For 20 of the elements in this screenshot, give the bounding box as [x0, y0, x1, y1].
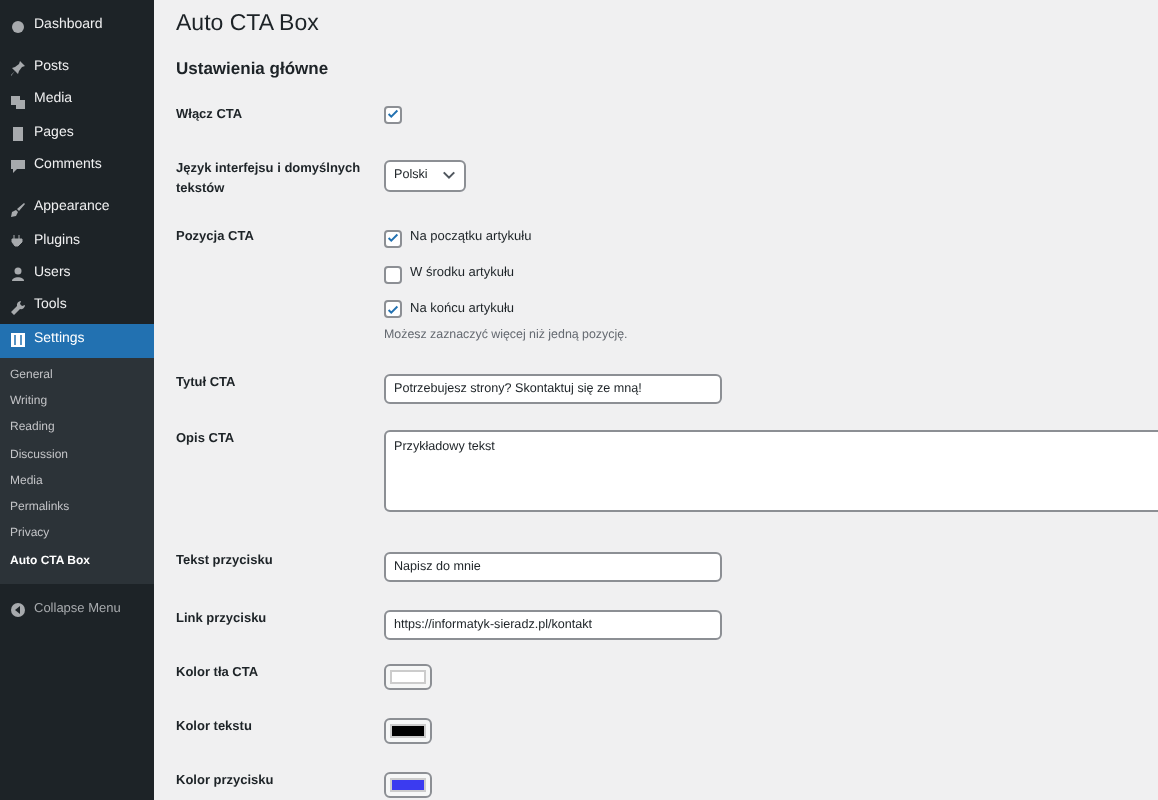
- collapse-icon: [10, 602, 26, 619]
- checkbox[interactable]: [384, 265, 402, 284]
- checkbox[interactable]: [384, 229, 402, 248]
- plug-icon: [10, 233, 26, 250]
- paintbrush-icon: [10, 201, 26, 218]
- checkbox[interactable]: [384, 300, 402, 319]
- color-swatch[interactable]: [384, 664, 432, 691]
- pushpin-icon: [10, 60, 26, 77]
- chevron-down-icon: [441, 170, 456, 181]
- pages-icon: [10, 126, 26, 143]
- page-title: Auto CTA Box: [176, 12, 321, 40]
- color-swatch[interactable]: [384, 718, 432, 745]
- section-heading: Ustawienia główne: [176, 57, 331, 78]
- speech-bubble-icon: [10, 158, 26, 175]
- checkbox[interactable]: [384, 105, 402, 124]
- user-icon: [10, 266, 26, 283]
- sliders-icon: [10, 332, 26, 349]
- media-icon: [10, 93, 26, 110]
- color-swatch[interactable]: [384, 772, 432, 799]
- wrench-icon: [10, 299, 26, 316]
